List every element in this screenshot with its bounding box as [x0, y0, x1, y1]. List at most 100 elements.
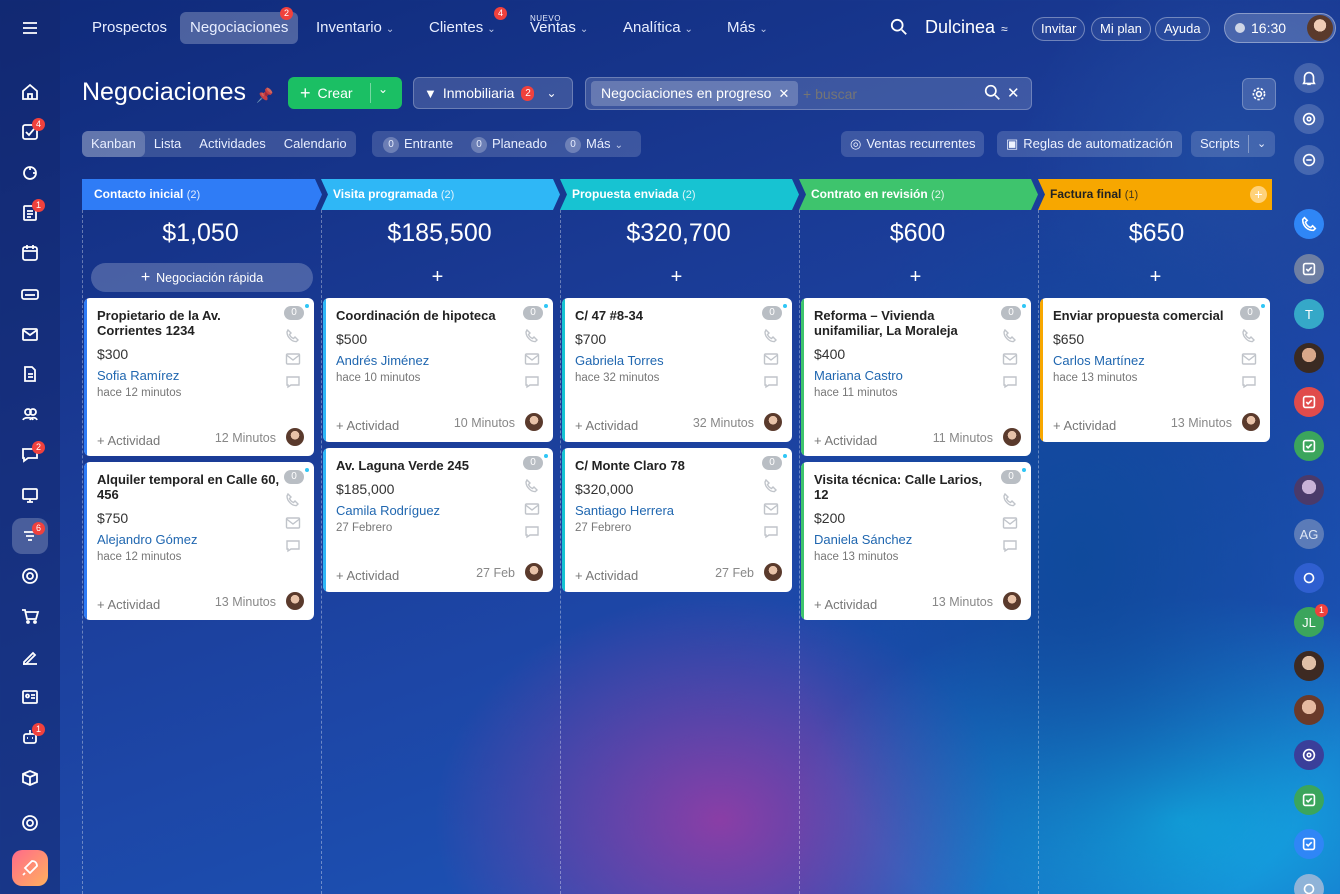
add-activity-button[interactable]: + Actividad [1053, 418, 1116, 433]
responsible-avatar[interactable] [525, 563, 543, 581]
automation-rules-button[interactable]: ▣ Reglas de automatización [997, 131, 1182, 157]
add-deal-button[interactable]: + [800, 266, 1031, 289]
mail-icon[interactable] [763, 352, 779, 366]
phone-icon[interactable] [524, 328, 540, 343]
avatar[interactable]: JL 1 [1294, 604, 1328, 637]
tab-kanban[interactable]: Kanban [82, 131, 145, 157]
responsible-avatar[interactable] [764, 413, 782, 431]
settings-icon[interactable] [12, 805, 48, 841]
pin-icon[interactable]: 📌 [256, 87, 273, 103]
company-name[interactable]: Dulcinea ≈ [925, 17, 1008, 38]
mail-icon[interactable] [1241, 352, 1257, 366]
deal-card[interactable]: Av. Laguna Verde 245 0 $185,000 Camila Rodr… [323, 448, 553, 592]
counter-planned[interactable]: 0 Planeado [471, 131, 547, 157]
task-check-icon[interactable] [1294, 829, 1324, 859]
deal-title[interactable]: Propietario de la Av. Corrientes 1234 [97, 308, 282, 338]
tab-actividades[interactable]: Actividades [190, 131, 274, 157]
deal-title[interactable]: C/ Monte Claro 78 [575, 458, 760, 473]
plan-button[interactable]: Mi plan [1091, 17, 1151, 41]
calendar-icon[interactable] [12, 235, 48, 271]
phone-icon[interactable] [763, 328, 779, 343]
copilot-icon[interactable] [1294, 740, 1324, 770]
mail-icon[interactable] [524, 502, 540, 516]
add-deal-button[interactable]: + [1040, 266, 1271, 289]
responsible-avatar[interactable] [764, 563, 782, 581]
avatar[interactable] [1294, 695, 1324, 725]
responsible-avatar[interactable] [1003, 592, 1021, 610]
deal-contact[interactable]: Andrés Jiménez [336, 353, 429, 368]
chat-icon[interactable] [285, 539, 301, 553]
deal-contact[interactable]: Santiago Herrera [575, 503, 674, 518]
add-activity-button[interactable]: + Actividad [575, 568, 638, 583]
deal-card[interactable]: Alquiler temporal en Calle 60, 456 0 $750 A… [84, 462, 314, 620]
mail-icon[interactable] [763, 502, 779, 516]
nav-clientes[interactable]: Clientes ⌄ 4 [419, 7, 507, 44]
contacts-icon[interactable] [12, 396, 48, 432]
gear-icon[interactable] [1242, 78, 1276, 110]
id-card-icon[interactable] [12, 679, 48, 715]
mail-icon[interactable] [12, 316, 48, 352]
deal-card[interactable]: Propietario de la Av. Corrientes 1234 0 $3… [84, 298, 314, 456]
nav-ventas[interactable]: NUEVO Ventas ⌄ [520, 12, 598, 44]
task-check-icon[interactable] [1294, 431, 1324, 461]
deal-contact[interactable]: Mariana Castro [814, 368, 903, 383]
mail-icon[interactable] [1002, 516, 1018, 530]
help-button[interactable]: Ayuda [1155, 17, 1210, 41]
group-icon[interactable] [1294, 563, 1324, 593]
search-input[interactable] [803, 83, 973, 105]
deal-title[interactable]: Enviar propuesta comercial [1053, 308, 1238, 323]
sign-icon[interactable] [12, 638, 48, 674]
chat-icon[interactable]: 2 [12, 437, 48, 473]
deal-contact[interactable]: Carlos Martínez [1053, 353, 1145, 368]
filter-search-box[interactable]: Negociaciones en progreso ✕ ✕ [585, 77, 1032, 110]
phone-icon[interactable] [524, 478, 540, 493]
nav-inventario[interactable]: Inventario ⌄ [306, 12, 404, 44]
phone-icon[interactable] [285, 492, 301, 507]
task-check-icon[interactable] [1294, 387, 1324, 417]
deal-card[interactable]: C/ Monte Claro 78 0 $320,000 Santiago Herre… [562, 448, 792, 592]
recurring-sales-button[interactable]: ◎ Ventas recurrentes [841, 131, 985, 157]
deal-contact[interactable]: Daniela Sánchez [814, 532, 912, 547]
mail-icon[interactable] [524, 352, 540, 366]
phone-icon[interactable] [763, 478, 779, 493]
time-tracker[interactable]: 16:30 [1224, 13, 1336, 43]
counter-incoming[interactable]: 0 Entrante [383, 131, 453, 157]
add-stage-button[interactable]: + [1250, 186, 1267, 203]
responsible-avatar[interactable] [1242, 413, 1260, 431]
add-activity-button[interactable]: + Actividad [336, 568, 399, 583]
presentation-icon[interactable] [12, 477, 48, 513]
avatar[interactable] [1294, 651, 1324, 681]
task-check-icon[interactable] [1294, 254, 1324, 284]
deal-card[interactable]: Reforma – Vivienda unifamiliar, La Moral… [801, 298, 1031, 456]
chat-icon[interactable] [763, 375, 779, 389]
crm-icon[interactable]: 6 [12, 518, 48, 554]
responsible-avatar[interactable] [286, 428, 304, 446]
robot-icon[interactable]: 1 [12, 719, 48, 755]
add-deal-button[interactable]: + [322, 266, 553, 289]
stage-header[interactable]: Factura final (1) [1038, 179, 1138, 210]
box-icon[interactable] [12, 760, 48, 796]
deal-title[interactable]: Alquiler temporal en Calle 60, 456 [97, 472, 282, 502]
mail-icon[interactable] [1002, 352, 1018, 366]
stage-header[interactable]: Visita programada (2) [321, 179, 454, 210]
drive-icon[interactable] [12, 276, 48, 312]
add-activity-button[interactable]: + Actividad [575, 418, 638, 433]
mail-icon[interactable] [285, 352, 301, 366]
scripts-button[interactable]: Scripts ⌄ [1191, 131, 1275, 157]
tab-calendario[interactable]: Calendario [275, 131, 356, 157]
clear-icon[interactable]: ✕ [1007, 84, 1020, 102]
deal-contact[interactable]: Camila Rodríguez [336, 503, 440, 518]
avatar[interactable] [1294, 475, 1324, 505]
deal-card[interactable]: Enviar propuesta comercial 0 $650 Carlos Ma… [1040, 298, 1270, 442]
documents-icon[interactable]: 1 [12, 195, 48, 231]
counter-more[interactable]: 0 Más ⌄ [565, 131, 623, 159]
invite-button[interactable]: Invitar [1032, 17, 1086, 41]
crm-flow-icon[interactable] [12, 155, 48, 191]
avatar[interactable]: AG [1294, 519, 1324, 549]
nav-negociaciones[interactable]: Negociaciones 2 [180, 7, 299, 44]
responsible-avatar[interactable] [525, 413, 543, 431]
quick-deal-button[interactable]: + Negociación rápida [91, 263, 313, 292]
pipeline-selector[interactable]: ▼ Inmobiliaria 2 ⌄ [413, 77, 573, 109]
phone-icon[interactable] [1002, 492, 1018, 507]
responsible-avatar[interactable] [286, 592, 304, 610]
